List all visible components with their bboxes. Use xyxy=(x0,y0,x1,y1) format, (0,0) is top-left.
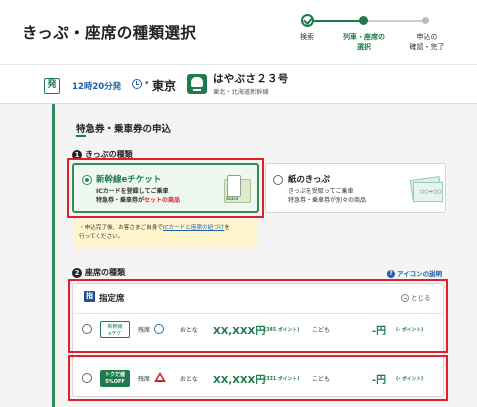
stepper-line-done xyxy=(307,20,363,22)
departure-time[interactable]: 12時20分発 xyxy=(72,80,121,92)
reserved-seat-icon: 指 xyxy=(84,291,95,302)
minus-icon xyxy=(401,294,409,302)
header: きっぷ・座席の種類選択 検索 列車・座席の 選択 申込の 確認・完了 xyxy=(0,0,477,64)
adult-points: (345 ポイント) xyxy=(264,328,300,333)
clock-icon[interactable] xyxy=(132,79,142,89)
child-points: (- ポイント) xyxy=(396,377,424,382)
availability-circle-icon xyxy=(154,324,164,334)
train-line: 東北・北海道新幹線 xyxy=(213,89,269,96)
adult-label: おとな xyxy=(180,327,198,334)
child-label: こども xyxy=(312,327,331,334)
section-title-underline xyxy=(76,135,86,137)
availability-triangle-icon xyxy=(154,372,166,382)
ticket-option-desc: ICカードを登録してご乗車 特急券・乗車券がセットの商品 xyxy=(96,188,181,204)
step-current-dot xyxy=(359,16,368,25)
seat-availability-label: 残席 xyxy=(138,376,151,383)
chevron-down-icon[interactable]: ▾ xyxy=(145,79,149,87)
paper-ticket-icon: ○○+○○ xyxy=(409,172,443,206)
step-pending-dot xyxy=(422,17,429,24)
departure-station: 東京 xyxy=(152,79,177,93)
step-complete-check-icon xyxy=(301,14,314,27)
seat-type-heading: 2 座席の種類 xyxy=(72,267,125,278)
ticket-option-e-ticket[interactable]: 新幹線eチケット ICカードを登録してご乗車 特急券・乗車券がセットの商品 Su… xyxy=(72,163,259,213)
page-title: きっぷ・座席の種類選択 xyxy=(22,24,197,42)
departure-badge: 発 xyxy=(44,78,60,94)
section-title: 特急券・乗車券の申込 xyxy=(76,124,172,135)
stepper-line-pending xyxy=(367,20,427,22)
step-number-badge: 2 xyxy=(72,267,82,278)
ic-link[interactable]: ICカードと座席の紐づけ xyxy=(163,225,225,231)
discount-badge: トクだ値 5%OFF xyxy=(100,370,130,387)
train-info-bar: 発 12時20分発 ▾ 東京 はやぶさ２３号 東北・北海道新幹線 xyxy=(0,64,477,104)
adult-label: おとな xyxy=(180,376,198,383)
child-price: -円 xyxy=(372,326,387,337)
radio-paper-ticket[interactable] xyxy=(273,175,283,185)
ticket-option-title: 新幹線eチケット xyxy=(96,175,162,185)
seat-availability-label: 残席 xyxy=(138,327,151,334)
child-points: (- ポイント) xyxy=(396,328,424,333)
radio-fare-tokudane[interactable] xyxy=(82,373,92,383)
adult-price: XX,XXX円 xyxy=(213,326,266,337)
shinkansen-icon xyxy=(187,74,207,94)
ic-card-icon: Suica xyxy=(224,175,254,205)
reserved-seat-label: 指定席 xyxy=(99,294,125,304)
ticket-option-desc: きっぷを受取ってご乗車 特急券・乗車券が別々の商品 xyxy=(288,188,367,204)
route-line xyxy=(52,104,55,407)
ticket-option-title: 紙のきっぷ xyxy=(288,175,330,185)
fare-row-tokudane[interactable]: トクだ値 5%OFF 残席 おとな XX,XXX円 (331 ポイント) こども … xyxy=(74,363,442,393)
close-button[interactable]: とじる xyxy=(401,292,431,302)
radio-fare-e-ticket[interactable] xyxy=(82,324,92,334)
step-label-confirm: 申込の 確認・完了 xyxy=(409,33,445,51)
icon-help-link[interactable]: ? アイコンの説明 xyxy=(387,268,442,278)
step-label-search: 検索 xyxy=(300,33,314,41)
radio-e-ticket[interactable] xyxy=(82,175,92,185)
child-label: こども xyxy=(312,376,331,383)
e-ticket-badge: 新幹線 eチケ xyxy=(100,321,130,338)
progress-stepper: 検索 列車・座席の 選択 申込の 確認・完了 xyxy=(292,12,452,58)
ticket-option-paper[interactable]: 紙のきっぷ きっぷを受取ってご乗車 特急券・乗車券が別々の商品 ○○+○○ xyxy=(265,163,446,213)
train-name: はやぶさ２３号 xyxy=(213,73,289,85)
fare-row-e-ticket[interactable]: 新幹線 eチケ 残席 おとな XX,XXX円 (345 ポイント) こども -円 … xyxy=(74,313,442,343)
adult-points: (331 ポイント) xyxy=(264,377,300,382)
step-label-train-seat: 列車・座席の 選択 xyxy=(343,33,385,51)
help-icon: ? xyxy=(387,270,395,278)
notice-box: ・申込完了後、お客さまご自身でICカードと座席の紐づけを 行ってください。 xyxy=(74,219,257,247)
child-price: -円 xyxy=(372,375,387,386)
adult-price: XX,XXX円 xyxy=(213,375,266,386)
